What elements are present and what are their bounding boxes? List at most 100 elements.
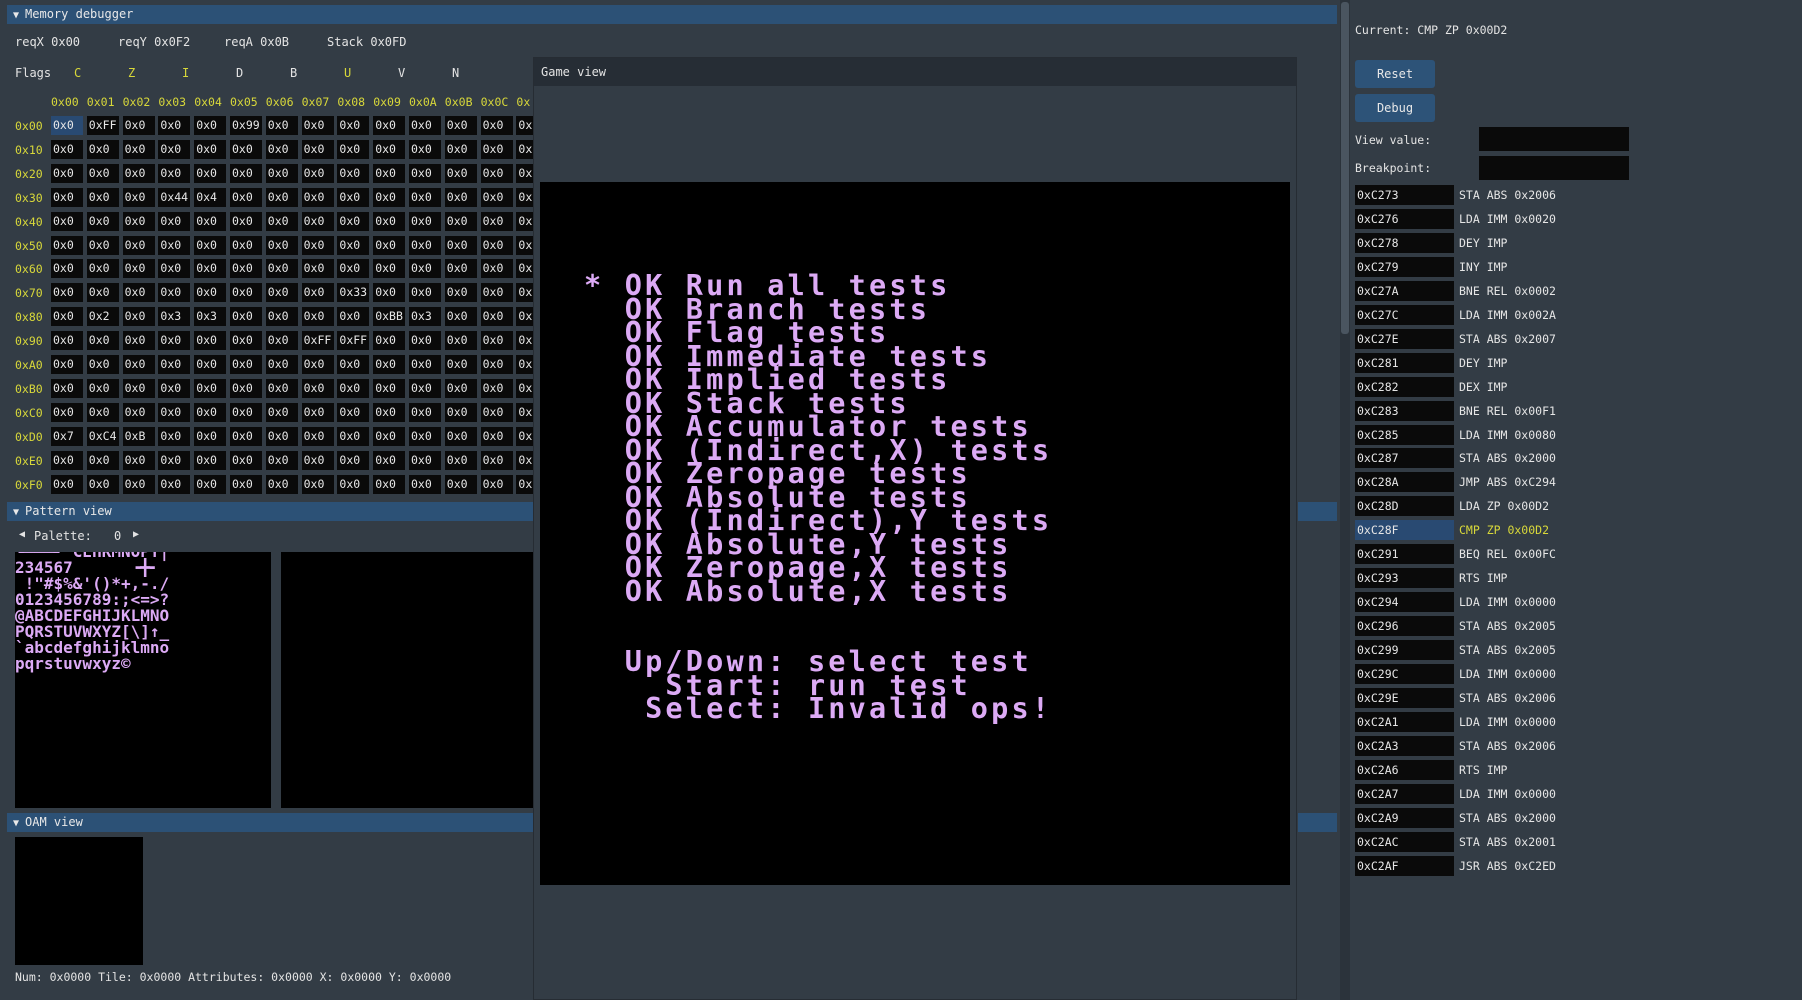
memory-cell[interactable]: 0x0	[373, 139, 406, 159]
instruction-address[interactable]: 0xC287	[1355, 448, 1454, 469]
memory-cell[interactable]: 0x0	[480, 450, 513, 470]
memory-cell[interactable]: 0x0	[373, 450, 406, 470]
memory-cell[interactable]: 0x0	[86, 402, 119, 422]
memory-cell[interactable]: 0x0	[409, 402, 441, 422]
memory-cell[interactable]: 0x0	[444, 474, 477, 494]
memory-cell[interactable]: 0x0	[337, 402, 370, 422]
memory-cell[interactable]: 0x0	[480, 163, 513, 183]
memory-cell[interactable]: 0x0	[265, 116, 298, 135]
memory-cell[interactable]: 0x0	[86, 331, 119, 351]
memory-cell[interactable]: 0x0	[444, 163, 477, 183]
memory-cell[interactable]: 0x0	[480, 259, 513, 279]
memory-cell[interactable]: 0x0	[480, 187, 513, 207]
breakpoint-input[interactable]	[1479, 156, 1629, 180]
memory-cell[interactable]: 0x0	[51, 355, 83, 374]
memory-cell[interactable]: 0x0	[51, 283, 83, 303]
instruction-address[interactable]: 0xC294	[1355, 592, 1454, 613]
instruction-address[interactable]: 0xC2A1	[1355, 711, 1454, 732]
memory-cell[interactable]: 0x0	[122, 331, 155, 351]
memory-cell[interactable]: 0x0	[337, 307, 370, 327]
memory-cell[interactable]: 0x0	[444, 259, 477, 279]
instruction-address[interactable]: 0xC28A	[1355, 472, 1454, 493]
instruction-address[interactable]: 0xC279	[1355, 256, 1454, 277]
memory-cell[interactable]: 0x0	[409, 283, 441, 303]
memory-cell[interactable]: 0x0	[444, 116, 477, 135]
memory-cell[interactable]: 0x0	[51, 139, 83, 159]
memory-cell[interactable]: 0x0	[86, 378, 119, 398]
memory-cell[interactable]: 0x0	[480, 307, 513, 327]
memory-cell[interactable]: 0x0	[230, 283, 262, 303]
memory-cell[interactable]: 0x0	[86, 283, 119, 303]
memory-cell[interactable]: 0x0	[194, 139, 227, 159]
memory-cell[interactable]: 0x0	[51, 450, 83, 470]
memory-cell[interactable]: 0x0	[194, 331, 227, 351]
memory-cell[interactable]: 0x7	[51, 426, 83, 446]
memory-cell[interactable]: 0xBB	[373, 307, 406, 327]
memory-cell[interactable]: 0x0	[158, 426, 191, 446]
memory-cell[interactable]: 0x0	[122, 402, 155, 422]
memory-cell[interactable]: 0x0	[230, 331, 262, 351]
panel-scrollbar-thumb[interactable]	[1341, 2, 1349, 334]
memory-cell[interactable]: 0x	[516, 307, 533, 327]
memory-cell[interactable]: 0x0	[265, 163, 298, 183]
instruction-address[interactable]: 0xC273	[1355, 185, 1454, 205]
memory-cell[interactable]: 0x0	[409, 211, 441, 231]
memory-cell[interactable]: 0x0	[265, 187, 298, 207]
memory-cell[interactable]: 0x0	[337, 378, 370, 398]
memory-cell[interactable]: 0x0	[86, 187, 119, 207]
memory-cell[interactable]: 0x0	[265, 331, 298, 351]
instruction-address[interactable]: 0xC2A7	[1355, 783, 1454, 804]
memory-cell[interactable]: 0x0	[337, 474, 370, 494]
instruction-address[interactable]: 0xC278	[1355, 232, 1454, 253]
memory-cell[interactable]: 0x0	[444, 331, 477, 351]
memory-cell[interactable]: 0x0	[337, 235, 370, 255]
memory-cell[interactable]: 0x0	[301, 355, 334, 374]
memory-cell[interactable]: 0x0	[444, 450, 477, 470]
instruction-address[interactable]: 0xC2A3	[1355, 735, 1454, 756]
memory-cell[interactable]: 0x0	[51, 235, 83, 255]
memory-cell[interactable]: 0x	[516, 355, 533, 374]
memory-cell[interactable]: 0x	[516, 378, 533, 398]
memory-cell[interactable]: 0x0	[86, 139, 119, 159]
memory-cell[interactable]: 0x0	[444, 139, 477, 159]
instruction-address[interactable]: 0xC291	[1355, 544, 1454, 565]
view-value-input[interactable]	[1479, 127, 1629, 151]
memory-cell[interactable]: 0x0	[409, 355, 441, 374]
memory-cell[interactable]: 0x0	[480, 235, 513, 255]
memory-cell[interactable]: 0x0	[373, 235, 406, 255]
panel-scrollbar[interactable]	[1340, 0, 1350, 1000]
memory-cell[interactable]: 0x0	[51, 259, 83, 279]
instruction-address[interactable]: 0xC2AF	[1355, 855, 1454, 876]
memory-cell[interactable]: 0x0	[373, 378, 406, 398]
memory-cell[interactable]: 0x0	[51, 307, 83, 327]
memory-cell[interactable]: 0x	[516, 402, 533, 422]
memory-cell[interactable]: 0x0	[158, 139, 191, 159]
palette-next-arrow-icon[interactable]: ▶	[133, 529, 139, 540]
memory-cell[interactable]: 0x0	[373, 211, 406, 231]
memory-cell[interactable]: 0x3	[158, 307, 191, 327]
memory-cell[interactable]: 0x0	[265, 355, 298, 374]
memory-cell[interactable]: 0x	[516, 259, 533, 279]
memory-cell[interactable]: 0x0	[122, 378, 155, 398]
instruction-address[interactable]: 0xC281	[1355, 352, 1454, 373]
memory-cell[interactable]: 0x0	[480, 426, 513, 446]
memory-cell[interactable]: 0x0	[194, 163, 227, 183]
memory-cell[interactable]: 0x0	[86, 474, 119, 494]
memory-cell[interactable]: 0x0	[230, 402, 262, 422]
instruction-address[interactable]: 0xC2A9	[1355, 807, 1454, 828]
instruction-address[interactable]: 0xC283	[1355, 400, 1454, 421]
memory-cell[interactable]: 0x0	[122, 259, 155, 279]
memory-cell[interactable]: 0x0	[265, 307, 298, 327]
memory-cell[interactable]: 0x0	[480, 139, 513, 159]
memory-cell[interactable]: 0x0	[194, 450, 227, 470]
instruction-address[interactable]: 0xC296	[1355, 616, 1454, 637]
memory-cell[interactable]: 0x0	[230, 450, 262, 470]
instruction-address[interactable]: 0xC27E	[1355, 328, 1454, 349]
memory-cell[interactable]: 0x0	[265, 474, 298, 494]
memory-cell[interactable]: 0x0	[409, 163, 441, 183]
memory-cell[interactable]: 0x0	[86, 355, 119, 374]
memory-cell[interactable]: 0x	[516, 450, 533, 470]
memory-cell[interactable]: 0x0	[122, 139, 155, 159]
memory-cell[interactable]: 0x4	[194, 187, 227, 207]
memory-cell[interactable]: 0x3	[194, 307, 227, 327]
